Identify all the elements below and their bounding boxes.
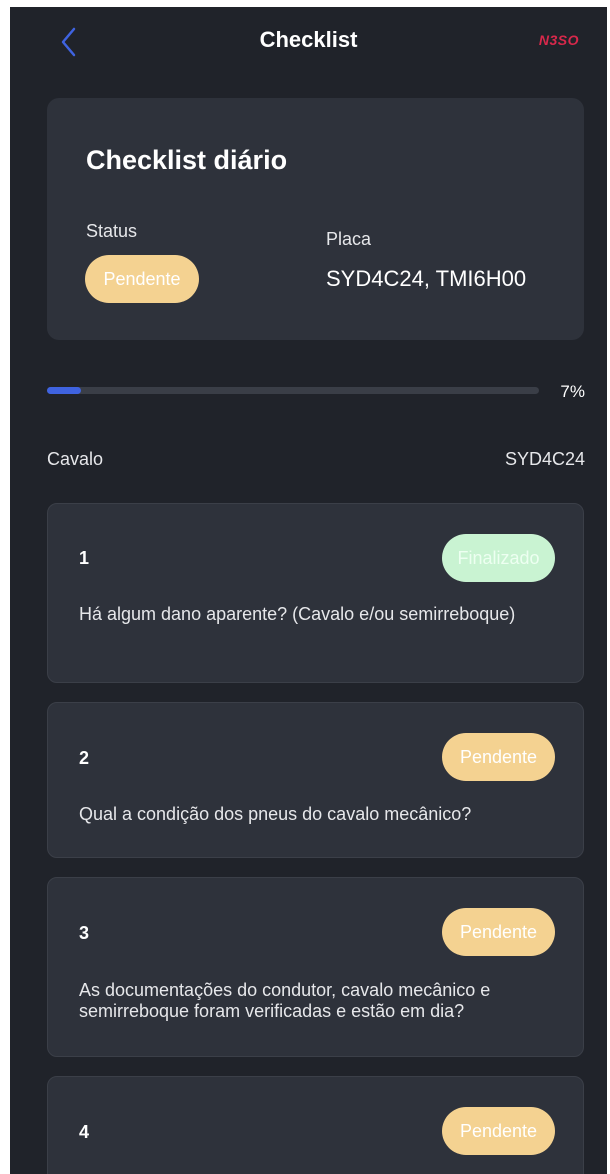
checklist-item[interactable]: 3 Pendente As documentações do condutor,… [47,877,584,1057]
plate-label: Placa [326,229,372,249]
status-label: Status [86,221,138,241]
item-status-badge: Pendente [442,733,555,781]
top-bar: Checklist N3SO [10,7,607,77]
progress-percent: 7% [560,382,585,401]
status-badge: Pendente [85,255,199,303]
section-plate: SYD4C24 [504,449,585,469]
section-label: Cavalo [47,449,104,469]
item-status-badge: Pendente [442,1107,555,1155]
checklist-screen: Checklist N3SO Checklist diário Status P… [10,7,607,1174]
brand-logo: N3SO [538,32,579,48]
item-status-badge: Finalizado [442,534,555,582]
item-number: 3 [79,923,90,943]
checklist-item[interactable]: 1 Finalizado Há algum dano aparente? (Ca… [47,503,584,683]
item-number: 1 [79,548,90,568]
checklist-summary-card: Checklist diário Status Pendente Placa S… [47,98,584,340]
checklist-title: Checklist diário [86,145,288,175]
item-status-badge: Pendente [442,908,555,956]
item-question: As documentações do condutor, cavalo mec… [79,980,491,1021]
item-number: 4 [79,1122,90,1142]
item-number: 2 [79,748,90,768]
progress-fill [47,387,82,394]
page-title: Checklist [259,27,358,52]
checklist-item[interactable]: 4 Pendente [47,1076,584,1174]
item-question: Qual a condição dos pneus do cavalo mecâ… [79,804,472,824]
item-question: Há algum dano aparente? (Cavalo e/ou sem… [79,604,516,624]
checklist-item[interactable]: 2 Pendente Qual a condição dos pneus do … [47,702,584,858]
plate-value: SYD4C24, TMI6H00 [326,266,527,291]
progress-bar [47,387,539,394]
